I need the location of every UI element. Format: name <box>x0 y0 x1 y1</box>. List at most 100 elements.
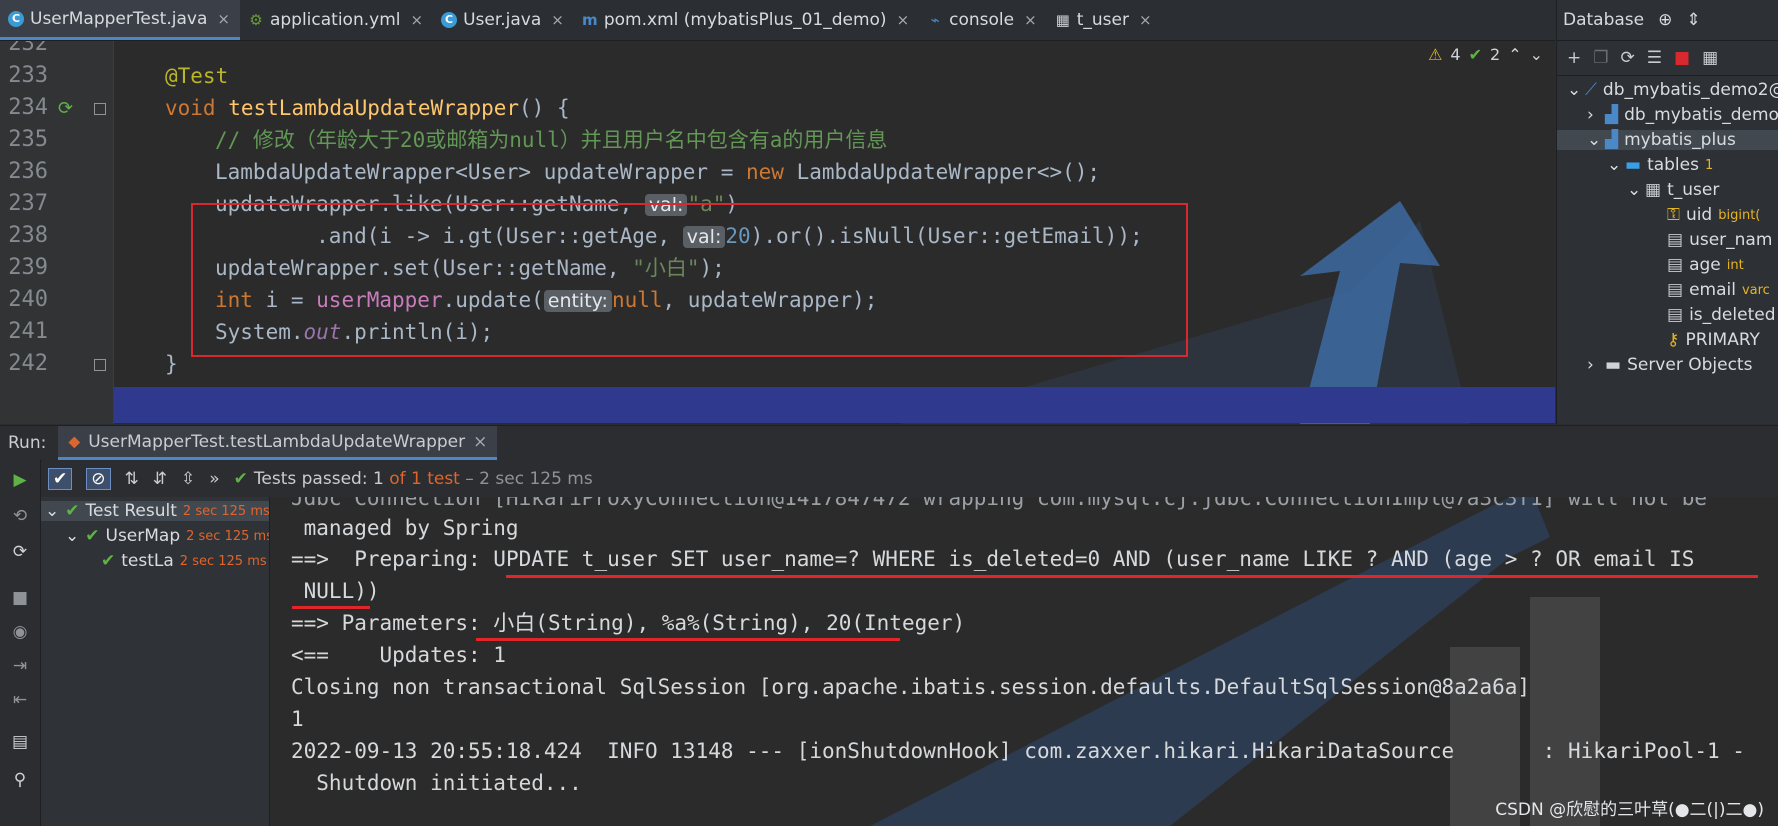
sort-alpha-icon[interactable]: ⇅ <box>125 469 139 489</box>
db-column-type: bigint( <box>1718 207 1761 223</box>
test-duration: 2 sec 125 ms <box>186 528 270 544</box>
line-number: 234 <box>8 95 48 120</box>
close-icon[interactable]: × <box>1139 11 1152 29</box>
database-toolbar: + ❐ ⟳ ☰ ■ ▦ <box>1557 41 1778 76</box>
chevron-down-icon[interactable]: ⌄ <box>1567 80 1581 100</box>
inspection-widget[interactable]: ⚠ 4 ✔ 2 ⌃ ⌄ <box>1428 45 1543 64</box>
code-editor[interactable]: 232 233 234 235 236 237 238 239 240 241 242 ⟳ @Test… <box>0 41 1555 424</box>
console-line: Jdbc Connection [HikariProxyConnection@1… <box>291 497 1708 510</box>
test-tree-item[interactable]: ⌄ ✔ UserMap 2 sec 125 ms <box>65 526 270 546</box>
chevron-right-icon[interactable]: › <box>1587 355 1599 375</box>
collapse-all-icon[interactable]: ⇕ <box>1686 10 1700 30</box>
tab-0[interactable]: C UserMapperTest.java × <box>0 0 240 40</box>
test-tree-item[interactable]: ✔ testLa 2 sec 125 ms <box>101 551 267 571</box>
chevron-down-icon[interactable]: ⌄ <box>45 501 59 521</box>
run-test-icon[interactable]: ⟳ <box>58 98 73 119</box>
class-icon: C <box>441 12 458 28</box>
tab-label: pom.xml (mybatisPlus_01_demo) <box>603 10 887 30</box>
close-icon[interactable]: × <box>410 11 423 29</box>
key-icon: ⚷ <box>1667 330 1680 350</box>
export-icon[interactable]: ⇤ <box>10 690 30 710</box>
tab-5[interactable]: ▦ t_user × <box>1047 0 1162 40</box>
console-line: ==> Parameters: 小白(String), %a%(String),… <box>291 611 966 635</box>
db-tree-label: email <box>1689 280 1736 300</box>
db-tree-item[interactable]: ▤ email varc <box>1667 280 1770 300</box>
console-icon: ⌁ <box>930 11 940 29</box>
close-icon[interactable]: × <box>217 10 230 28</box>
console-line: NULL)) <box>291 579 380 603</box>
test-passed-icon: ✔ <box>85 526 100 546</box>
db-tree-label: user_nam <box>1689 230 1773 250</box>
db-tree-label: PRIMARY <box>1685 330 1760 350</box>
more-icon[interactable]: » <box>209 469 219 489</box>
line-number: 236 <box>8 159 48 184</box>
tab-2[interactable]: C User.java × <box>433 0 574 40</box>
db-tree-item[interactable]: ⌄ ⟋ db_mybatis_demo2@l <box>1567 80 1778 100</box>
db-tree-item[interactable]: ⌄ ▟ mybatis_plus <box>1557 130 1778 150</box>
test-name: UserMap <box>105 526 181 546</box>
pin-icon[interactable]: ⚲ <box>10 770 30 790</box>
expand-icon[interactable]: ⇳ <box>181 469 195 489</box>
close-icon[interactable]: × <box>897 11 910 29</box>
db-tree-item[interactable]: › ▟ db_mybatis_demo2 <box>1587 105 1778 125</box>
db-tree-item[interactable]: ⌄ ▦ t_user <box>1627 180 1725 200</box>
line-number: 233 <box>8 63 48 88</box>
stop-icon[interactable]: ■ <box>1674 48 1690 68</box>
db-tree-item[interactable]: ▤ user_nam <box>1667 230 1778 250</box>
run-config-tab[interactable]: ⬥ UserMapperTest.testLambdaUpdateWrapper… <box>58 426 498 460</box>
close-icon[interactable]: × <box>551 11 564 29</box>
test-name: Test Result <box>85 501 177 521</box>
folder-icon: ▬ <box>1605 355 1622 375</box>
db-tree-item[interactable]: ⚷ PRIMARY <box>1667 330 1766 350</box>
rerun-icon[interactable]: ▶ <box>10 470 30 490</box>
console-output[interactable]: Jdbc Connection [HikariProxyConnection@1… <box>270 497 1778 826</box>
schema-icon[interactable]: ☰ <box>1647 48 1662 68</box>
close-icon[interactable]: × <box>473 432 487 452</box>
chevron-down-icon[interactable]: ⌄ <box>65 526 79 546</box>
add-icon[interactable]: + <box>1567 48 1581 68</box>
test-duration: 2 sec 125 ms <box>179 553 267 569</box>
rerun-failed-icon[interactable]: ⟲ <box>10 506 30 526</box>
db-tree-label: mybatis_plus <box>1624 130 1736 150</box>
code-token: void <box>165 96 216 120</box>
fold-icon[interactable] <box>94 359 106 371</box>
refresh-icon[interactable]: ⟳ <box>1621 48 1635 68</box>
add-view-icon[interactable]: ⊕ <box>1658 10 1672 30</box>
test-passed-icon: ✔ <box>101 551 116 571</box>
tab-4[interactable]: ⌁ console × <box>919 0 1047 40</box>
line-number: 241 <box>8 319 48 344</box>
db-tree-item[interactable]: ▤ age int <box>1667 255 1744 275</box>
toggle-autotest-icon[interactable]: ⟳ <box>10 542 30 562</box>
tab-1[interactable]: ⚙ application.yml × <box>240 0 433 40</box>
schema-icon: ▟ <box>1605 130 1619 150</box>
key-column-icon: ⚿ <box>1667 205 1680 225</box>
fold-icon[interactable] <box>94 103 106 115</box>
table-icon: ▦ <box>1055 11 1070 29</box>
layout-icon[interactable]: ▤ <box>10 732 30 752</box>
chevron-right-icon[interactable]: › <box>1587 105 1599 125</box>
sort-duration-icon[interactable]: ⇵ <box>153 469 167 489</box>
stop-icon[interactable]: ■ <box>10 588 30 608</box>
show-ignored-icon[interactable]: ⊘ <box>86 467 111 490</box>
db-tree-item[interactable]: ⚿ uid bigint( <box>1667 205 1760 225</box>
db-tree-label: t_user <box>1667 180 1720 200</box>
db-tree-item[interactable]: › ▬ Server Objects <box>1587 355 1758 375</box>
copy-icon[interactable]: ❐ <box>1593 48 1608 68</box>
chevron-down-icon[interactable]: ⌄ <box>1627 180 1641 200</box>
table-view-icon[interactable]: ▦ <box>1702 48 1718 68</box>
chevron-down-icon[interactable]: ⌄ <box>1587 130 1601 150</box>
chevron-down-icon[interactable]: ⌄ <box>1607 155 1621 175</box>
db-tree-item[interactable]: ⌄ ▬ tables 1 <box>1607 155 1713 175</box>
chevron-up-icon[interactable]: ⌃ <box>1508 45 1521 64</box>
import-icon[interactable]: ⇥ <box>10 656 30 676</box>
show-passed-icon[interactable]: ✔ <box>48 467 73 490</box>
db-tree-item[interactable]: ▤ is_deleted <box>1667 305 1778 325</box>
code-line: } <box>165 346 178 382</box>
run-config-label: UserMapperTest.testLambdaUpdateWrapper <box>88 431 466 452</box>
tab-3[interactable]: m pom.xml (mybatisPlus_01_demo) × <box>574 0 919 40</box>
close-icon[interactable]: × <box>1024 11 1037 29</box>
test-tree-item[interactable]: ⌄ ✔ Test Result 2 sec 125 ms <box>41 501 269 521</box>
camera-icon[interactable]: ◉ <box>10 622 30 642</box>
column-icon: ▤ <box>1667 230 1684 250</box>
chevron-down-icon[interactable]: ⌄ <box>1530 45 1543 64</box>
